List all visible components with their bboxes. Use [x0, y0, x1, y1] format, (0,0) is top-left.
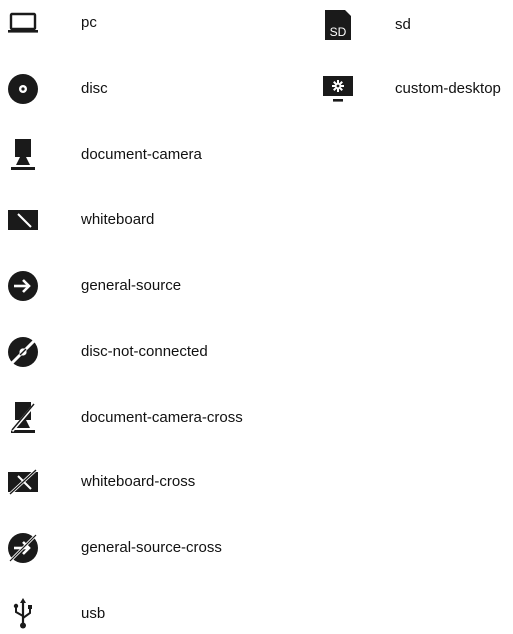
icon-entry-document-camera: document-camera — [0, 135, 300, 175]
icon-label: whiteboard — [81, 211, 155, 228]
sd-icon: SD — [321, 7, 355, 43]
general-source-icon — [6, 268, 40, 304]
disc-icon — [6, 71, 40, 107]
document-camera-cross-icon — [6, 400, 40, 436]
icon-label: usb — [81, 605, 106, 622]
icon-label: whiteboard-cross — [81, 473, 196, 490]
icon-entry-disc: disc — [0, 69, 300, 109]
icon-label: custom-desktop — [395, 80, 501, 97]
icon-label: disc-not-connected — [81, 343, 208, 360]
pc-icon — [6, 5, 40, 41]
icon-entry-usb: usb — [0, 594, 300, 634]
icon-entry-pc: pc — [0, 3, 300, 43]
icon-entry-custom-desktop: custom-desktop — [315, 69, 513, 109]
icon-label: document-camera — [81, 146, 202, 163]
icon-entry-whiteboard: whiteboard — [0, 200, 300, 240]
icon-entry-sd: SD sd — [315, 5, 513, 45]
icon-label: document-camera-cross — [81, 409, 243, 426]
icon-label: sd — [395, 16, 411, 33]
whiteboard-cross-icon — [6, 464, 40, 500]
document-camera-icon — [6, 137, 40, 173]
icon-entry-whiteboard-cross: whiteboard-cross — [0, 462, 300, 502]
icon-label: pc — [81, 14, 97, 31]
icon-entry-general-source: general-source — [0, 266, 300, 306]
general-source-cross-icon — [6, 530, 40, 566]
icon-entry-general-source-cross: general-source-cross — [0, 528, 300, 568]
icon-label: disc — [81, 80, 108, 97]
sd-icon-text: SD — [330, 25, 347, 39]
icon-label: general-source-cross — [81, 539, 222, 556]
whiteboard-icon — [6, 202, 40, 238]
custom-desktop-icon — [321, 71, 355, 107]
disc-not-connected-icon — [6, 334, 40, 370]
icon-entry-document-camera-cross: document-camera-cross — [0, 398, 300, 438]
icon-entry-disc-not-connected: disc-not-connected — [0, 332, 300, 372]
icon-label: general-source — [81, 277, 182, 294]
